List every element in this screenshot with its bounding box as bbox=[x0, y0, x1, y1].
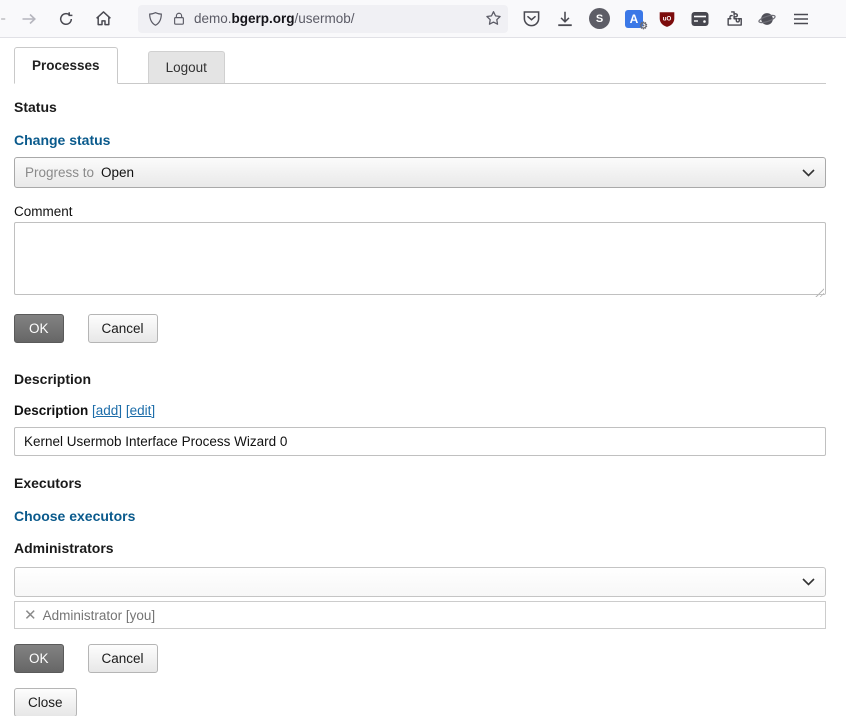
comment-textarea[interactable] bbox=[14, 222, 826, 295]
gear-icon: ⚙ bbox=[639, 21, 648, 32]
remove-x-icon[interactable]: ✕ bbox=[24, 606, 37, 624]
url-text: demo.bgerp.org/usermob/ bbox=[194, 11, 485, 26]
choose-executors-link[interactable]: Choose executors bbox=[14, 508, 826, 524]
ublock-extension-icon[interactable]: uO bbox=[658, 10, 676, 28]
executors-heading: Executors bbox=[14, 475, 826, 491]
close-button[interactable]: Close bbox=[14, 688, 77, 716]
back-icon[interactable] bbox=[0, 5, 6, 33]
page-content: Processes Logout Status Change status Pr… bbox=[0, 42, 846, 716]
executors-ok-button[interactable]: OK bbox=[14, 644, 64, 673]
browser-toolbar: demo.bgerp.org/usermob/ S A⚙ uO bbox=[0, 0, 846, 38]
status-select[interactable]: Progress to Open bbox=[14, 157, 826, 188]
comment-label: Comment bbox=[14, 204, 826, 219]
chevron-down-icon bbox=[802, 578, 815, 586]
download-icon[interactable] bbox=[556, 10, 574, 28]
change-status-link[interactable]: Change status bbox=[14, 132, 826, 148]
lock-icon[interactable] bbox=[172, 11, 186, 26]
description-heading: Description bbox=[14, 371, 826, 387]
description-add-link[interactable]: [add] bbox=[92, 403, 122, 418]
extension-s-icon[interactable]: S bbox=[589, 8, 610, 29]
forward-icon[interactable] bbox=[14, 5, 44, 33]
executors-cancel-button[interactable]: Cancel bbox=[88, 644, 158, 673]
tab-processes[interactable]: Processes bbox=[14, 47, 118, 84]
reload-icon[interactable] bbox=[51, 5, 81, 33]
bookmark-star-icon[interactable] bbox=[485, 10, 502, 27]
translate-extension-icon[interactable]: A⚙ bbox=[625, 10, 643, 28]
description-edit-link[interactable]: [edit] bbox=[126, 403, 155, 418]
status-select-prefix: Progress to bbox=[25, 165, 94, 180]
administrator-item-label: Administrator [you] bbox=[43, 608, 156, 623]
administrators-heading: Administrators bbox=[14, 540, 826, 556]
tab-bar: Processes Logout bbox=[14, 42, 826, 84]
status-cancel-button[interactable]: Cancel bbox=[88, 314, 158, 343]
administrators-select[interactable] bbox=[14, 567, 826, 597]
tab-logout[interactable]: Logout bbox=[148, 51, 225, 83]
shield-icon[interactable] bbox=[148, 11, 163, 27]
home-icon[interactable] bbox=[88, 5, 118, 33]
menu-hamburger-icon[interactable] bbox=[793, 11, 809, 27]
url-bar[interactable]: demo.bgerp.org/usermob/ bbox=[138, 5, 508, 33]
status-ok-button[interactable]: OK bbox=[14, 314, 64, 343]
svg-text:uO: uO bbox=[663, 15, 672, 22]
description-label-row: Description [add] [edit] bbox=[14, 403, 826, 418]
planet-icon[interactable] bbox=[758, 10, 776, 28]
status-select-value: Open bbox=[101, 165, 134, 180]
card-extension-icon[interactable] bbox=[691, 11, 709, 27]
pocket-icon[interactable] bbox=[522, 9, 541, 28]
description-label: Description bbox=[14, 403, 88, 418]
description-input[interactable] bbox=[14, 427, 826, 456]
chevron-down-icon bbox=[802, 169, 815, 177]
administrator-list-item: ✕ Administrator [you] bbox=[14, 601, 826, 629]
extensions-puzzle-icon[interactable] bbox=[724, 9, 743, 28]
status-heading: Status bbox=[14, 99, 826, 115]
